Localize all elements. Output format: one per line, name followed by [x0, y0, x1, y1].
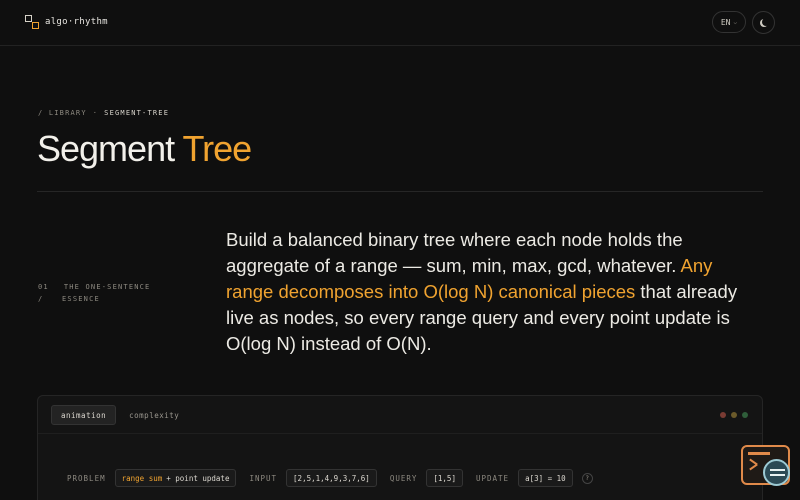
panel-tabs: animation complexity	[51, 405, 188, 425]
logo[interactable]: algo·rhythm	[25, 15, 108, 29]
logo-mark-icon	[25, 15, 39, 29]
terminal-chat-icon	[748, 452, 770, 455]
problem-label: PROBLEM	[67, 473, 106, 483]
essence-text-before: Build a balanced binary tree where each …	[226, 229, 683, 276]
window-dot-red	[720, 412, 726, 418]
section-slash: /	[38, 295, 44, 303]
tab-animation[interactable]: animation	[51, 405, 117, 425]
help-icon[interactable]: ?	[581, 472, 593, 484]
update-field[interactable]: a[3] = 10	[518, 469, 573, 487]
breadcrumb: / LIBRARY · SEGMENT-TREE	[38, 109, 169, 117]
problem-select[interactable]: range sum + point update	[114, 469, 237, 487]
section-label-line2: ESSENCE	[62, 295, 100, 303]
input-field[interactable]: [2,5,1,4,9,3,7,6]	[286, 469, 377, 487]
query-label: QUERY	[389, 473, 418, 483]
problem-value-rest: + point update	[166, 473, 230, 483]
window-dots	[720, 412, 748, 418]
query-field[interactable]: [1,5]	[426, 469, 463, 487]
assistant-button[interactable]	[741, 445, 790, 486]
visualizer-panel: animation complexity PROBLEM range sum +…	[37, 395, 763, 500]
panel-divider	[38, 433, 762, 434]
page-title-accent: Tree	[182, 128, 252, 169]
tab-complexity[interactable]: complexity	[120, 405, 188, 425]
prompt-chevron-icon-lower	[749, 463, 758, 471]
window-dot-green	[742, 412, 748, 418]
top-bar: algo·rhythm EN ⌵	[0, 0, 800, 46]
theme-toggle-button[interactable]	[752, 11, 775, 34]
section-label-line1: THE ONE-SENTENCE	[63, 283, 151, 291]
breadcrumb-separator: ·	[92, 109, 99, 117]
page-title-main: Segment	[37, 128, 175, 169]
language-label: EN	[720, 17, 731, 27]
section-number: 01	[38, 283, 49, 291]
logo-text: algo·rhythm	[45, 17, 108, 27]
page-title: Segment Tree	[37, 128, 252, 170]
chat-bubble-icon	[763, 459, 790, 486]
window-dot-yellow	[731, 412, 737, 418]
breadcrumb-root[interactable]: / LIBRARY	[38, 109, 87, 117]
update-label: UPDATE	[475, 473, 510, 483]
language-selector[interactable]: EN ⌵	[712, 11, 746, 33]
divider	[37, 191, 763, 192]
problem-value-highlight: range sum	[121, 473, 163, 483]
input-label: INPUT	[249, 473, 278, 483]
breadcrumb-current: SEGMENT-TREE	[104, 109, 170, 117]
moon-icon	[762, 18, 770, 26]
chevron-down-icon: ⌵	[733, 18, 738, 26]
essence-text: Build a balanced binary tree where each …	[226, 227, 746, 357]
controls-bar: PROBLEM range sum + point update INPUT […	[63, 469, 593, 487]
essence-section-label: 01 THE ONE-SENTENCE / ESSENCE	[38, 281, 150, 305]
